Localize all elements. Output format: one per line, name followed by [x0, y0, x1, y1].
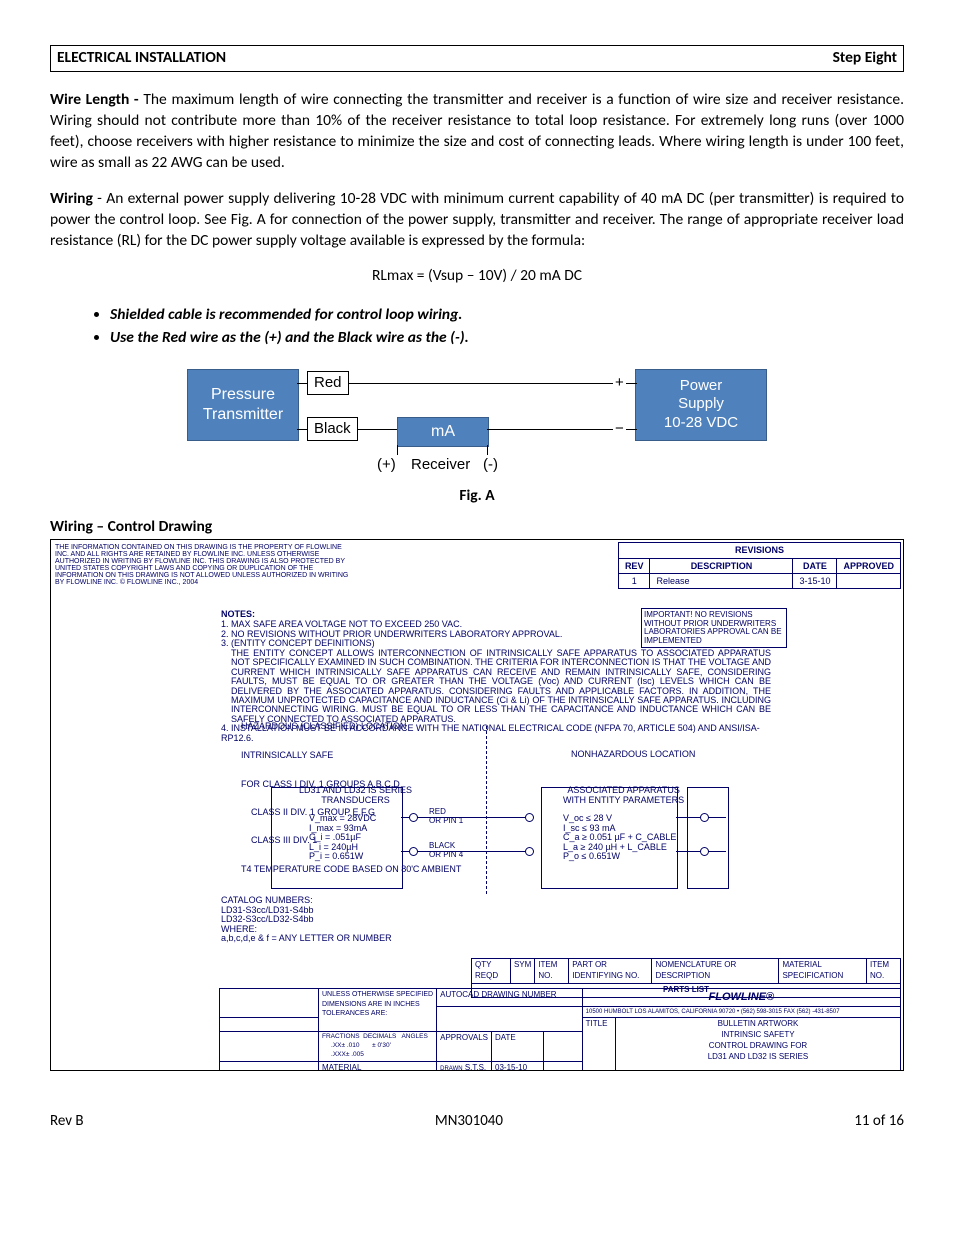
- bullet-red-black: Use the Red wire as the (+) and the Blac…: [110, 328, 904, 349]
- label-red: Red: [307, 371, 349, 395]
- section-title: ELECTRICAL INSTALLATION: [57, 48, 226, 69]
- receiver-label: Receiver: [409, 455, 472, 475]
- subheading-control-drawing: Wiring – Control Drawing: [50, 517, 904, 538]
- catalog-block: CATALOG NUMBERS: LD31-S3cc/LD31-S4bb LD3…: [221, 896, 392, 943]
- para-wiring: Wiring - An external power supply delive…: [50, 189, 904, 252]
- transducer-params: V_max = 28VDC I_max = 93mA C_i = .051µF …: [309, 814, 376, 861]
- receiver-plus: (+): [375, 455, 398, 475]
- receiver-minus: (-): [481, 455, 500, 475]
- hazardous-header: HAZARDOUS (CLASSIFIED) LOCATION: [241, 722, 406, 731]
- hazard-divider: [486, 726, 487, 894]
- formula-rlmax: RLmax = (Vsup – 10V) / 20 mA DC: [50, 266, 904, 287]
- associated-header: ASSOCIATED APPARATUS WITH ENTITY PARAMET…: [563, 786, 684, 805]
- associated-params: V_oc ≤ 28 V I_sc ≤ 93 mA C_a ≥ 0.051 µF …: [563, 814, 676, 861]
- recommendation-list: Shielded cable is recommended for contro…: [90, 305, 904, 349]
- wiring-diagram: Pressure Transmitter mA Power Supply 10-…: [187, 359, 767, 484]
- lead-wiring: Wiring: [50, 189, 93, 208]
- minus-sign: −: [613, 419, 626, 439]
- lead-wire-length: Wire Length -: [50, 90, 143, 109]
- footer-docnum: MN301040: [435, 1111, 503, 1131]
- pressure-transmitter-box: Pressure Transmitter: [187, 369, 299, 441]
- figure-caption: Fig. A: [50, 486, 904, 507]
- label-black: Black: [307, 417, 358, 441]
- bullet-shielded: Shielded cable is recommended for contro…: [110, 305, 904, 326]
- proprietary-note: THE INFORMATION CONTAINED ON THIS DRAWIN…: [55, 544, 355, 586]
- transducer-header: LD31 AND LD32 IS SERIES TRANSDUCERS: [299, 786, 412, 805]
- section-step: Step Eight: [833, 48, 897, 69]
- nonhazardous-label: NONHAZARDOUS LOCATION: [571, 750, 695, 759]
- revisions-table: REVISIONS REV DESCRIPTION DATE APPROVED …: [618, 542, 901, 588]
- plus-sign: +: [613, 373, 626, 393]
- page-footer: Rev B MN301040 11 of 16: [50, 1111, 904, 1131]
- control-drawing: THE INFORMATION CONTAINED ON THIS DRAWIN…: [50, 539, 904, 1071]
- footer-page: 11 of 16: [854, 1111, 904, 1131]
- footer-rev: Rev B: [50, 1111, 84, 1131]
- para-wire-length: Wire Length - The maximum length of wire…: [50, 90, 904, 174]
- ma-box: mA: [397, 417, 489, 447]
- barrier-box: [687, 787, 729, 889]
- section-header: ELECTRICAL INSTALLATION Step Eight: [50, 45, 904, 72]
- title-block: UNLESS OTHERWISE SPECIFIED DIMENSIONS AR…: [219, 988, 901, 1071]
- power-supply-box: Power Supply 10-28 VDC: [635, 369, 767, 441]
